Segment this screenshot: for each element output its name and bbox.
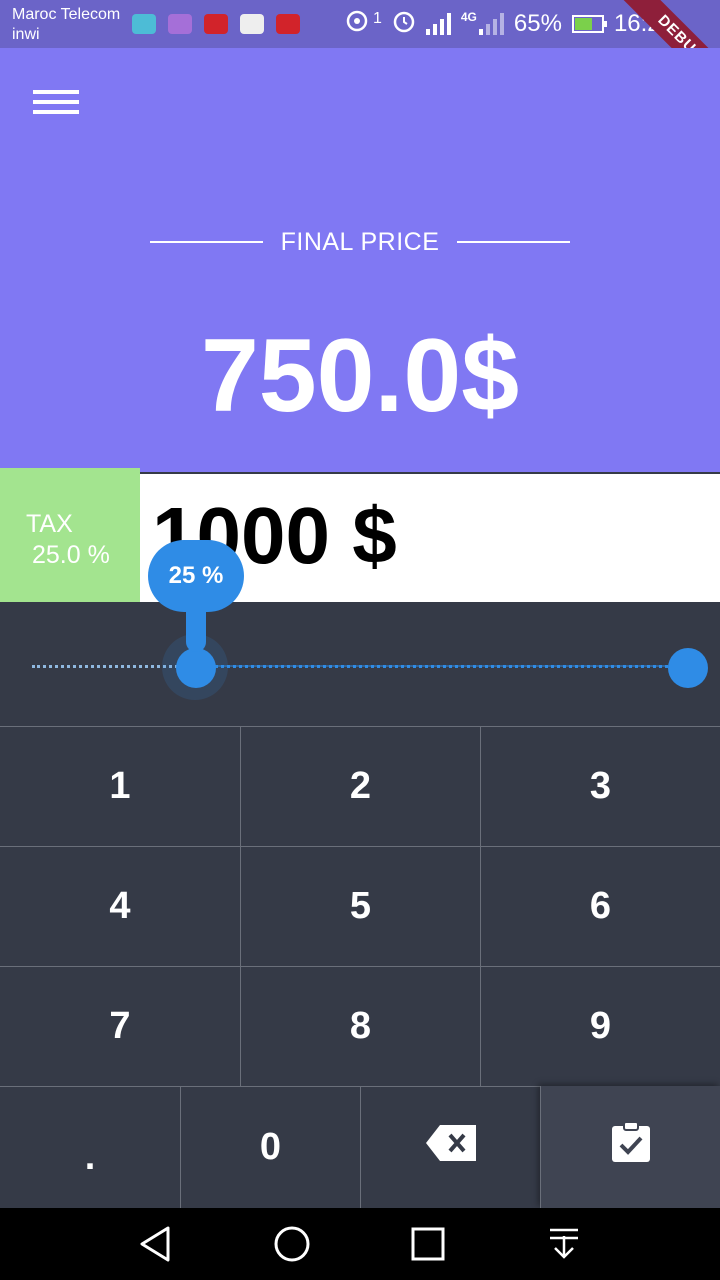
confirm-key[interactable] xyxy=(540,1086,720,1208)
back-icon[interactable] xyxy=(134,1222,178,1266)
alarm-icon xyxy=(392,9,416,40)
key-8[interactable]: 8 xyxy=(240,966,480,1086)
key-7[interactable]: 7 xyxy=(0,966,240,1086)
recents-icon[interactable] xyxy=(406,1222,450,1266)
sync-icon xyxy=(343,9,371,40)
carrier-names: Maroc Telecom inwi xyxy=(12,5,120,45)
status-bar: Maroc Telecom inwi 1 4G 65% 16:21 xyxy=(0,0,720,48)
backspace-key[interactable] xyxy=(360,1086,540,1208)
notification-pulldown-icon[interactable] xyxy=(542,1222,586,1266)
tax-slider[interactable] xyxy=(0,602,720,726)
tax-value: 25.0 % xyxy=(32,541,110,569)
divider-right xyxy=(457,241,570,243)
slider-end-dot xyxy=(668,648,708,688)
sim-index: 1 xyxy=(372,10,382,27)
key-decimal[interactable]: . xyxy=(0,1086,180,1208)
key-0[interactable]: 0 xyxy=(180,1086,360,1208)
key-6[interactable]: 6 xyxy=(480,846,720,966)
navigation-bar xyxy=(0,1208,720,1280)
signal-icon xyxy=(425,13,451,35)
tax-label: TAX xyxy=(26,510,73,538)
battery-percent: 65% xyxy=(513,10,562,37)
key-2[interactable]: 2 xyxy=(240,726,480,846)
youtube-notification-icon-2 xyxy=(276,14,300,34)
keypad: 1 2 3 4 5 6 7 8 9 . 0 xyxy=(0,726,720,1208)
gallery-notification-icon xyxy=(168,14,192,34)
divider-left xyxy=(150,241,263,243)
home-icon[interactable] xyxy=(270,1222,314,1266)
final-price-value: 750.0$ xyxy=(200,318,520,434)
gmail-notification-icon xyxy=(240,14,264,34)
signal-icon-2 xyxy=(478,13,504,35)
tax-box: TAX 25.0 % xyxy=(0,468,140,608)
key-5[interactable]: 5 xyxy=(240,846,480,966)
slider-value-bubble: 25 % xyxy=(148,540,244,612)
youtube-notification-icon xyxy=(204,14,228,34)
key-1[interactable]: 1 xyxy=(0,726,240,846)
slider-thumb[interactable] xyxy=(176,648,216,688)
key-9[interactable]: 9 xyxy=(480,966,720,1086)
battery-icon xyxy=(571,15,607,33)
header: FINAL PRICE 750.0$ xyxy=(0,48,720,472)
carrier-1: Maroc Telecom xyxy=(12,6,121,23)
key-3[interactable]: 3 xyxy=(480,726,720,846)
clipboard-check-icon xyxy=(611,1121,650,1172)
final-price-label: FINAL PRICE xyxy=(280,227,440,256)
android-notification-icon xyxy=(132,14,156,34)
final-price-heading: FINAL PRICE xyxy=(150,226,570,258)
network-type: 4G xyxy=(460,10,477,24)
slider-track-active[interactable] xyxy=(196,665,688,668)
key-4[interactable]: 4 xyxy=(0,846,240,966)
status-icons: 1 4G 65% 16:21 xyxy=(343,8,674,40)
backspace-icon xyxy=(425,1124,476,1171)
carrier-2: inwi xyxy=(12,26,40,43)
menu-icon[interactable] xyxy=(26,84,84,124)
